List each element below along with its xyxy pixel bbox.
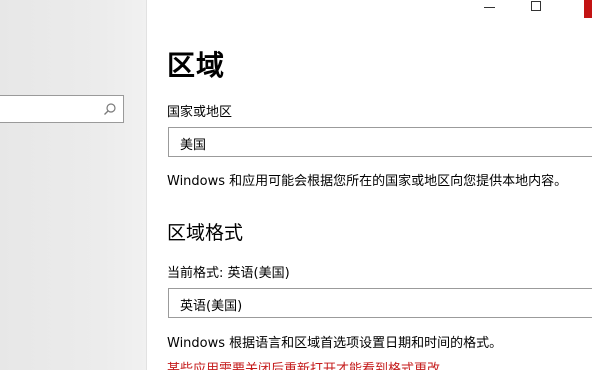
- current-format-label: 当前格式: 英语(美国): [167, 266, 290, 281]
- country-select-value: 美国: [180, 138, 207, 153]
- region-format-heading: 区域格式: [167, 222, 244, 244]
- search-input[interactable]: [0, 95, 124, 123]
- country-description: Windows 和应用可能会根据您所在的国家或地区向您提供本地内容。: [167, 174, 568, 189]
- format-description: Windows 根据语言和区域首选项设置日期和时间的格式。: [167, 336, 503, 351]
- format-change-warning: 某些应用需要关闭后重新打开才能看到格式更改: [167, 362, 441, 370]
- window-controls: [472, 0, 592, 18]
- country-select[interactable]: 美国: [168, 127, 592, 157]
- close-button[interactable]: [584, 0, 592, 18]
- navigation-pane: [0, 0, 147, 370]
- page-title: 区域: [167, 49, 226, 82]
- search-icon: [104, 103, 116, 115]
- minimize-button[interactable]: [478, 0, 502, 14]
- maximize-button[interactable]: [524, 0, 548, 14]
- settings-window: 区域 国家或地区 美国 Windows 和应用可能会根据您所在的国家或地区向您提…: [0, 0, 592, 370]
- region-format-select[interactable]: 英语(美国): [168, 288, 592, 318]
- country-label: 国家或地区: [167, 105, 233, 120]
- region-format-select-value: 英语(美国): [180, 299, 243, 314]
